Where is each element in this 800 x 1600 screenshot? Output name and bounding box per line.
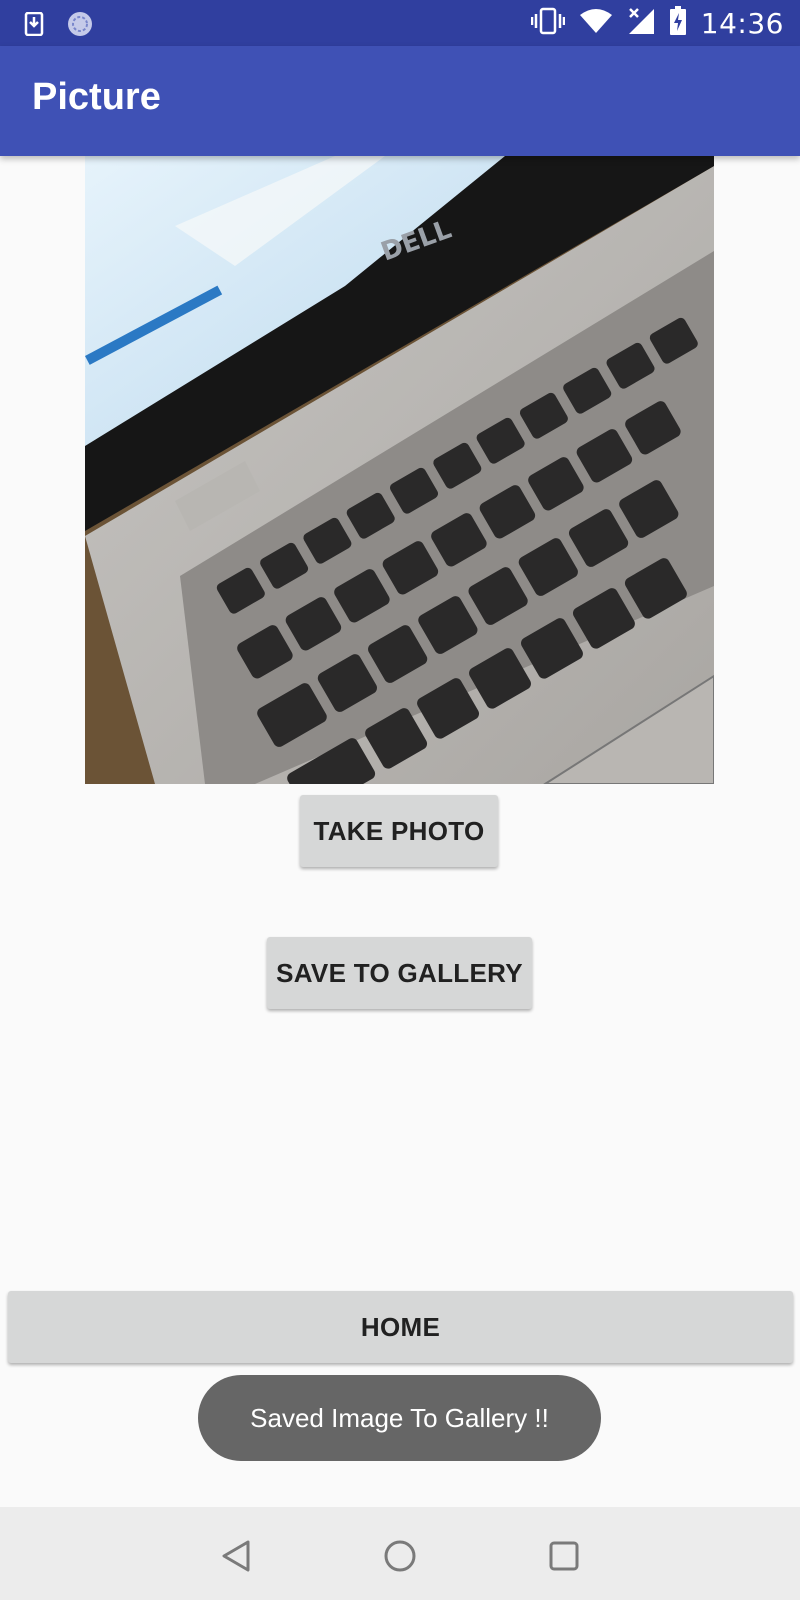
save-to-gallery-button[interactable]: SAVE TO GALLERY [267,937,532,1009]
app-bar: Picture [0,46,800,156]
back-icon[interactable] [220,1539,252,1578]
no-signal-icon [627,7,655,40]
wifi-icon [579,8,613,39]
download-notification-icon [24,11,46,41]
vibrate-icon [530,7,566,40]
battery-charging-icon [669,5,687,41]
clock: 14:36 [700,6,784,40]
navigation-bar [0,1507,800,1600]
toast-message: Saved Image To Gallery !! [198,1375,601,1461]
home-icon[interactable] [383,1539,417,1578]
take-photo-button[interactable]: TAKE PHOTO [300,795,498,867]
recents-icon[interactable] [548,1540,580,1577]
captured-photo: DELL [85,156,714,784]
laptop-photo-illustration: DELL [85,156,714,784]
page-title: Picture [32,76,161,118]
sync-notification-icon [66,10,94,43]
home-button[interactable]: HOME [8,1291,793,1363]
status-bar: 14:36 [0,0,800,46]
